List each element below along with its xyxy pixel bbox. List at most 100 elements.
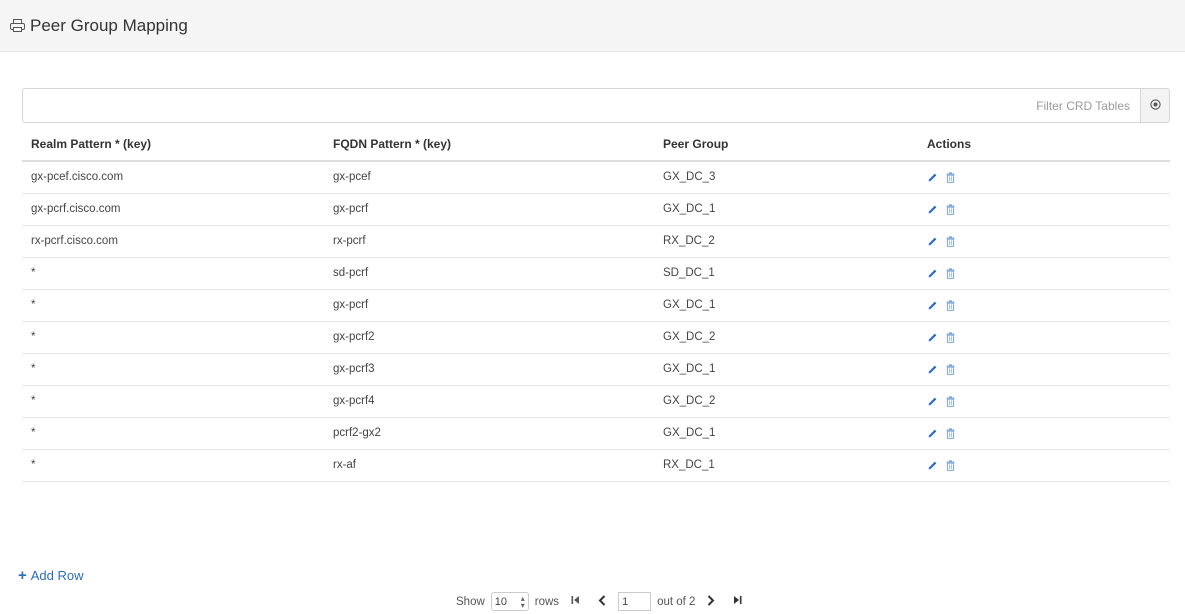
row-actions: [927, 235, 1170, 247]
row-actions: [927, 363, 1170, 375]
pencil-icon[interactable]: [927, 428, 938, 439]
cell-fqdn-pattern: sd-pcrf: [324, 257, 654, 290]
cell-actions: [918, 225, 1170, 258]
filter-bar: [22, 88, 1170, 123]
table-row[interactable]: * pcrf2-gx2 GX_DC_1: [22, 417, 1170, 450]
pagination: Show 10 ▴▾ rows out of 2: [456, 592, 748, 611]
table-row[interactable]: * gx-pcrf3 GX_DC_1: [22, 353, 1170, 386]
first-page-button[interactable]: [571, 595, 580, 608]
pencil-icon[interactable]: [927, 268, 938, 279]
cell-peer-group: GX_DC_1: [654, 353, 918, 386]
table-row[interactable]: * sd-pcrf SD_DC_1: [22, 257, 1170, 290]
cell-peer-group: GX_DC_3: [654, 161, 918, 194]
trash-icon[interactable]: [946, 459, 955, 471]
clear-circle-icon: [1149, 98, 1161, 113]
table-row[interactable]: * gx-pcrf2 GX_DC_2: [22, 321, 1170, 354]
cell-fqdn-pattern: gx-pcrf3: [324, 353, 654, 386]
trash-icon[interactable]: [946, 395, 955, 407]
column-header-fqdn[interactable]: FQDN Pattern * (key): [324, 128, 654, 162]
row-actions: [927, 203, 1170, 215]
row-actions: [927, 427, 1170, 439]
table-row[interactable]: * gx-pcrf GX_DC_1: [22, 289, 1170, 322]
column-header-realm[interactable]: Realm Pattern * (key): [22, 128, 324, 162]
cell-actions: [918, 385, 1170, 418]
cell-realm-pattern: *: [22, 257, 324, 290]
cell-fqdn-pattern: gx-pcrf4: [324, 385, 654, 418]
table-header-row: Realm Pattern * (key) FQDN Pattern * (ke…: [22, 128, 1170, 162]
last-page-button[interactable]: [733, 595, 742, 608]
trash-icon[interactable]: [946, 267, 955, 279]
row-actions: [927, 331, 1170, 343]
column-header-actions: Actions: [918, 128, 1170, 162]
pencil-icon[interactable]: [927, 172, 938, 183]
pencil-icon[interactable]: [927, 460, 938, 471]
row-actions: [927, 395, 1170, 407]
add-row-label: Add Row: [30, 568, 84, 583]
table-row[interactable]: gx-pcrf.cisco.com gx-pcrf GX_DC_1: [22, 193, 1170, 226]
add-row-button[interactable]: + Add Row: [18, 568, 84, 583]
cell-peer-group: SD_DC_1: [654, 257, 918, 290]
cell-peer-group: GX_DC_1: [654, 289, 918, 322]
cell-peer-group: GX_DC_2: [654, 321, 918, 354]
next-page-button[interactable]: [707, 594, 715, 609]
cell-actions: [918, 257, 1170, 290]
cell-actions: [918, 193, 1170, 226]
pencil-icon[interactable]: [927, 332, 938, 343]
trash-icon[interactable]: [946, 299, 955, 311]
cell-realm-pattern: *: [22, 321, 324, 354]
cell-fqdn-pattern: rx-af: [324, 449, 654, 482]
cell-fqdn-pattern: gx-pcef: [324, 161, 654, 194]
column-header-peer-group[interactable]: Peer Group: [654, 128, 918, 162]
filter-input[interactable]: [22, 88, 1140, 123]
pencil-icon[interactable]: [927, 204, 938, 215]
table-row[interactable]: * gx-pcrf4 GX_DC_2: [22, 385, 1170, 418]
pencil-icon[interactable]: [927, 364, 938, 375]
cell-realm-pattern: *: [22, 353, 324, 386]
first-page-icon: [571, 595, 580, 608]
page-number-input[interactable]: [618, 592, 652, 611]
cell-actions: [918, 321, 1170, 354]
cell-fqdn-pattern: gx-pcrf: [324, 193, 654, 226]
page-title: Peer Group Mapping: [30, 15, 188, 35]
trash-icon[interactable]: [946, 203, 955, 215]
pencil-icon[interactable]: [927, 300, 938, 311]
cell-peer-group: RX_DC_2: [654, 225, 918, 258]
trash-icon[interactable]: [946, 331, 955, 343]
rows-per-page-select[interactable]: 10 ▴ ▾: [490, 592, 529, 611]
plus-icon: +: [18, 567, 27, 584]
trash-icon[interactable]: [946, 235, 955, 247]
last-page-icon: [733, 595, 742, 608]
prev-page-button[interactable]: [598, 594, 606, 609]
trash-icon[interactable]: [946, 172, 955, 183]
select-arrows-icon: ▴ ▾: [520, 593, 525, 610]
pencil-icon[interactable]: [927, 236, 938, 247]
rows-per-page-value: 10: [494, 595, 508, 608]
cell-fqdn-pattern: pcrf2-gx2: [324, 417, 654, 450]
cell-realm-pattern: *: [22, 385, 324, 418]
cell-actions: [918, 161, 1170, 194]
cell-fqdn-pattern: gx-pcrf: [324, 289, 654, 322]
row-actions: [927, 172, 1170, 183]
trash-icon[interactable]: [946, 363, 955, 375]
cell-actions: [918, 353, 1170, 386]
cell-fqdn-pattern: rx-pcrf: [324, 225, 654, 258]
cell-realm-pattern: gx-pcef.cisco.com: [22, 161, 324, 194]
page-count-label: out of 2: [657, 595, 696, 608]
panel-header: Peer Group Mapping: [0, 0, 1185, 52]
cell-peer-group: RX_DC_1: [654, 449, 918, 482]
table-row[interactable]: gx-pcef.cisco.com gx-pcef GX_DC_3: [22, 161, 1170, 194]
cell-realm-pattern: *: [22, 417, 324, 450]
clear-filter-button[interactable]: [1140, 88, 1170, 123]
pencil-icon[interactable]: [927, 396, 938, 407]
cell-fqdn-pattern: gx-pcrf2: [324, 321, 654, 354]
table-row[interactable]: rx-pcrf.cisco.com rx-pcrf RX_DC_2: [22, 225, 1170, 258]
cell-peer-group: GX_DC_1: [654, 417, 918, 450]
cell-realm-pattern: *: [22, 289, 324, 322]
trash-icon[interactable]: [946, 427, 955, 439]
table-row[interactable]: * rx-af RX_DC_1: [22, 449, 1170, 482]
cell-realm-pattern: rx-pcrf.cisco.com: [22, 225, 324, 258]
rows-label: rows: [534, 595, 560, 608]
chevron-right-icon: [707, 594, 715, 609]
row-actions: [927, 459, 1170, 471]
cell-actions: [918, 417, 1170, 450]
